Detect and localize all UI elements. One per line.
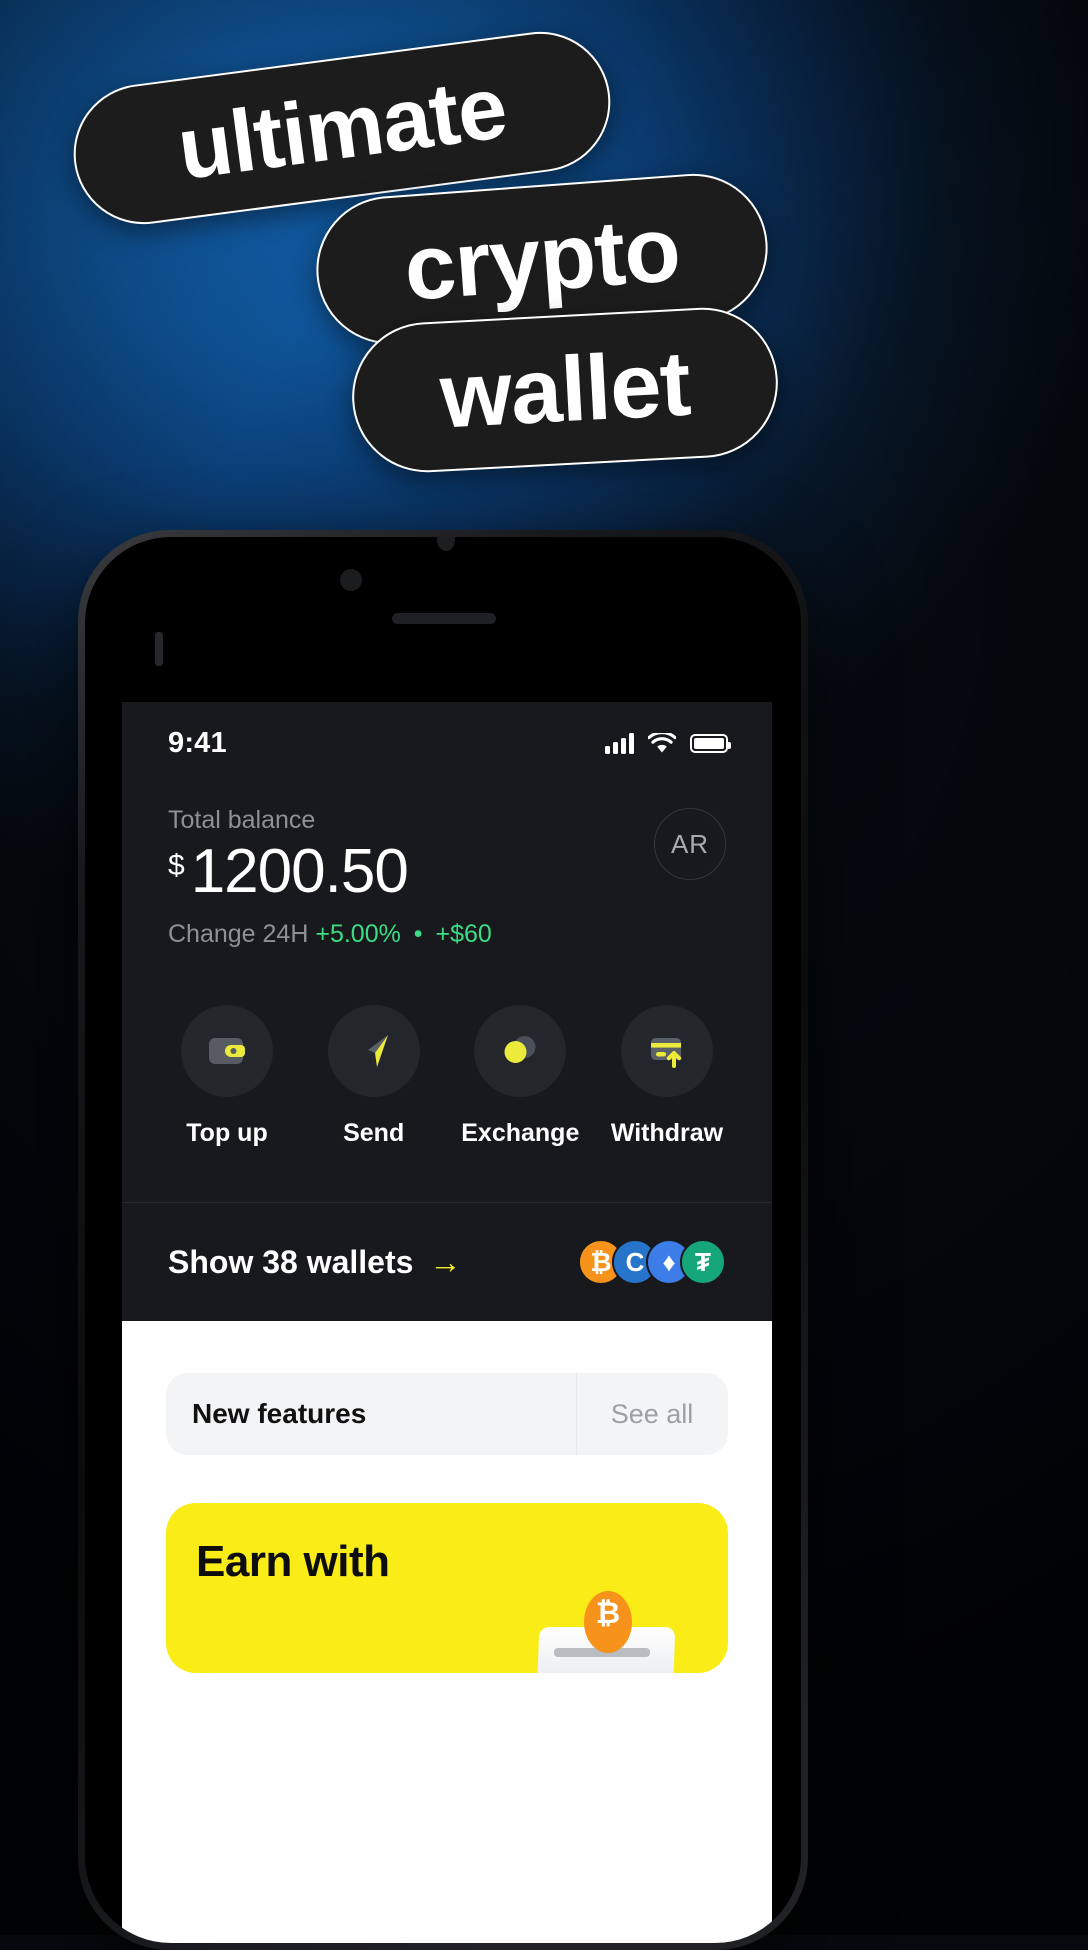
balance-change-row: Change 24H +5.00% • +$60 — [168, 920, 726, 949]
headline-text-wallet: wallet — [437, 332, 693, 447]
new-features-header: New features See all — [166, 1373, 728, 1455]
action-label: Withdraw — [610, 1119, 724, 1147]
promo-card[interactable]: Earn with ₿ — [166, 1503, 728, 1673]
action-withdraw[interactable]: Withdraw — [604, 1005, 730, 1148]
see-all-button[interactable]: See all — [576, 1373, 728, 1455]
status-bar: 9:41 — [122, 702, 772, 784]
arrow-right-icon: → — [429, 1243, 462, 1280]
sensor-dot-icon — [437, 537, 455, 551]
front-camera-icon — [340, 569, 362, 591]
phone-body: 9:41 Total balance $ 1200.50 Change 24H … — [85, 537, 801, 1943]
change-label: Change 24H — [168, 920, 309, 948]
phone-side-button-left — [155, 632, 163, 666]
headline-pill-wallet: wallet — [348, 303, 782, 477]
swap-circles-icon — [474, 1005, 567, 1097]
avatar[interactable]: AR — [654, 808, 726, 880]
dark-header-region: 9:41 Total balance $ 1200.50 Change 24H … — [122, 702, 772, 1321]
action-top-up[interactable]: Top up — [164, 1005, 290, 1148]
cellular-signal-icon — [605, 732, 634, 754]
show-wallets-row[interactable]: Show 38 wallets → ₿ C ♦ ₮ — [122, 1203, 772, 1321]
action-label: Top up — [186, 1119, 268, 1147]
quick-actions: Top up Send Exchange Withdraw — [122, 949, 772, 1148]
currency-symbol: $ — [168, 849, 185, 882]
action-exchange[interactable]: Exchange — [457, 1005, 583, 1148]
phone-mockup: 9:41 Total balance $ 1200.50 Change 24H … — [78, 530, 808, 1950]
balance-amount-row: $ 1200.50 — [168, 841, 726, 903]
new-features-title: New features — [192, 1398, 367, 1429]
battery-full-icon — [690, 733, 731, 753]
wallet-icon — [181, 1005, 273, 1097]
balance-amount: 1200.50 — [190, 837, 409, 906]
total-balance-label: Total balance — [168, 806, 316, 834]
headline-text-crypto: crypto — [401, 197, 683, 320]
bitcoin-piggy-bank-icon: ₿ — [532, 1571, 682, 1673]
status-bar-icons — [605, 732, 731, 754]
action-label: Exchange — [461, 1119, 580, 1147]
coin-avatars: ₿ C ♦ ₮ — [578, 1239, 726, 1285]
paper-plane-icon — [327, 1005, 420, 1097]
balance-section: Total balance $ 1200.50 Change 24H +5.00… — [122, 784, 772, 949]
change-value: +$60 — [435, 920, 492, 948]
show-wallets-button[interactable]: Show 38 wallets → — [168, 1244, 461, 1281]
headline-text-ultimate: ultimate — [172, 56, 512, 199]
card-arrow-up-icon — [620, 1005, 713, 1097]
tether-coin-icon: ₮ — [680, 1239, 726, 1285]
change-separator: • — [413, 920, 423, 948]
action-label: Send — [343, 1119, 405, 1147]
change-percent: +5.00% — [315, 920, 401, 948]
wifi-icon — [648, 732, 676, 754]
avatar-initials: AR — [670, 828, 710, 859]
earpiece-speaker — [392, 613, 496, 624]
status-bar-clock: 9:41 — [168, 726, 227, 759]
action-send[interactable]: Send — [311, 1005, 437, 1148]
phone-screen: 9:41 Total balance $ 1200.50 Change 24H … — [122, 702, 772, 1943]
show-wallets-label: Show 38 wallets — [168, 1243, 414, 1280]
content-sheet: New features See all Earn with ₿ — [122, 1321, 772, 1943]
